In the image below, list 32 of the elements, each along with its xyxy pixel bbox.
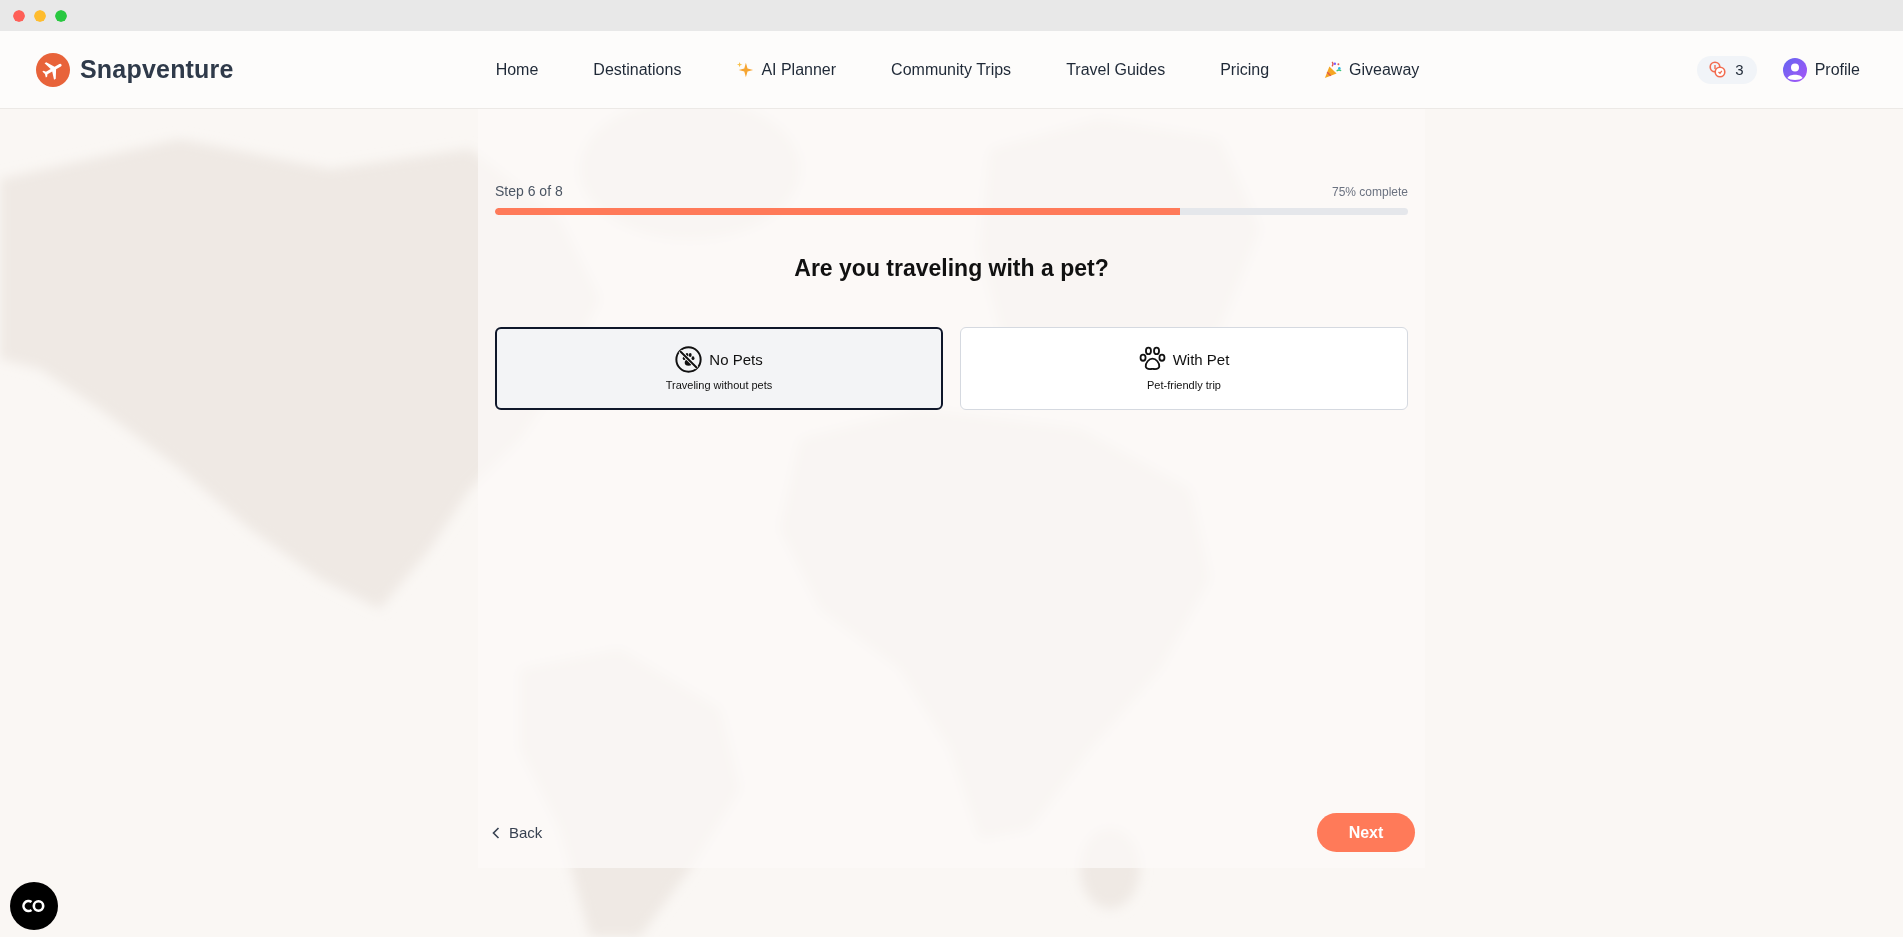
progress-percent: 75% complete [1331, 185, 1408, 199]
party-popper-icon [1324, 60, 1343, 79]
close-window-icon[interactable] [13, 9, 25, 22]
chevron-left-icon [492, 826, 500, 839]
brand-logo[interactable]: Snapventure [36, 52, 234, 87]
nav-link[interactable]: Destinations [593, 60, 682, 79]
nav-link[interactable]: Community Trips [891, 60, 1012, 79]
airplane-logo-icon [36, 52, 70, 87]
option-description: Pet-friendly trip [1147, 379, 1221, 391]
option-description: Traveling without pets [665, 379, 773, 391]
question-heading: Are you traveling with a pet? [793, 254, 1110, 283]
nav-link[interactable]: Travel Guides [1066, 60, 1166, 79]
step-label: Step 6 of 8 [495, 183, 563, 199]
no-pets-icon [675, 346, 703, 373]
coins-icon [1709, 61, 1727, 78]
option-title: No Pets [709, 351, 763, 368]
option-card[interactable]: With Pet Pet-friendly trip [960, 327, 1408, 410]
nav-link[interactable]: Giveaway [1324, 60, 1420, 79]
nav-link[interactable]: Pricing [1220, 60, 1270, 79]
back-button[interactable]: Back [492, 820, 543, 845]
nav-link[interactable]: AI Planner [736, 60, 837, 79]
floating-action-button[interactable] [10, 882, 58, 930]
avatar-icon [1782, 57, 1807, 82]
option-card[interactable]: No Pets Traveling without pets [495, 327, 943, 410]
rings-icon [22, 899, 46, 913]
nav-link[interactable]: Home [495, 60, 539, 79]
minimize-window-icon[interactable] [34, 9, 46, 22]
paw-icon [1138, 346, 1166, 373]
maximize-window-icon[interactable] [55, 9, 67, 22]
option-title: With Pet [1172, 351, 1230, 368]
profile-button[interactable]: Profile [1782, 57, 1860, 82]
coin-balance-button[interactable]: 3 [1697, 55, 1757, 84]
